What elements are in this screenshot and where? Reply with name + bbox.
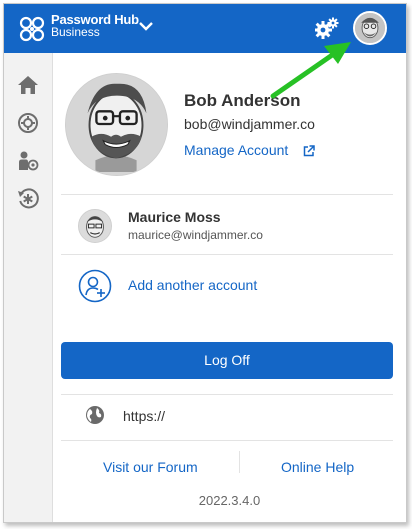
top-bar: Password Hub Business <box>4 4 406 53</box>
divider <box>61 254 393 255</box>
account-popup: Password Hub Business Bob Anderson bob@w… <box>3 3 407 523</box>
vault-settings-icon[interactable] <box>17 112 39 134</box>
gears-icon[interactable] <box>315 17 339 39</box>
sidebar <box>4 53 53 522</box>
version-label: 2022.3.4.0 <box>198 493 261 508</box>
asterisk-sync-icon[interactable] <box>17 188 39 210</box>
add-user-icon[interactable] <box>78 269 112 303</box>
divider <box>61 194 393 195</box>
account-name[interactable]: Maurice Moss <box>128 209 221 225</box>
account-avatar[interactable] <box>78 209 112 243</box>
profile-avatar <box>65 73 168 176</box>
external-link-icon[interactable] <box>303 145 315 157</box>
server-url: https:// <box>123 408 166 424</box>
user-settings-icon[interactable] <box>17 150 39 172</box>
brand-subtitle: Business <box>51 25 100 39</box>
profile-name: Bob Anderson <box>184 91 301 110</box>
account-panel: Bob Anderson bob@windjammer.co Manage Ac… <box>53 53 406 522</box>
top-avatar[interactable] <box>353 11 387 45</box>
add-account-link[interactable]: Add another account <box>128 277 257 293</box>
account-email[interactable]: maurice@windjammer.co <box>128 228 263 242</box>
log-off-button[interactable]: Log Off <box>61 342 393 379</box>
password-hub-logo <box>19 16 45 42</box>
online-help-link[interactable]: Online Help <box>281 459 354 475</box>
chevron-down-icon[interactable] <box>138 20 154 32</box>
avatar-caricature-icon <box>66 74 167 175</box>
divider <box>61 394 393 395</box>
divider <box>61 440 393 441</box>
brand: Password Hub Business <box>51 13 139 39</box>
avatar-caricature-icon <box>355 13 385 43</box>
footer-separator <box>239 451 240 473</box>
manage-account-link[interactable]: Manage Account <box>184 142 288 158</box>
profile-email: bob@windjammer.co <box>184 116 315 132</box>
globe-icon <box>86 406 104 424</box>
home-icon[interactable] <box>17 74 39 96</box>
avatar-caricature-icon <box>79 210 111 242</box>
forum-link[interactable]: Visit our Forum <box>103 459 198 475</box>
